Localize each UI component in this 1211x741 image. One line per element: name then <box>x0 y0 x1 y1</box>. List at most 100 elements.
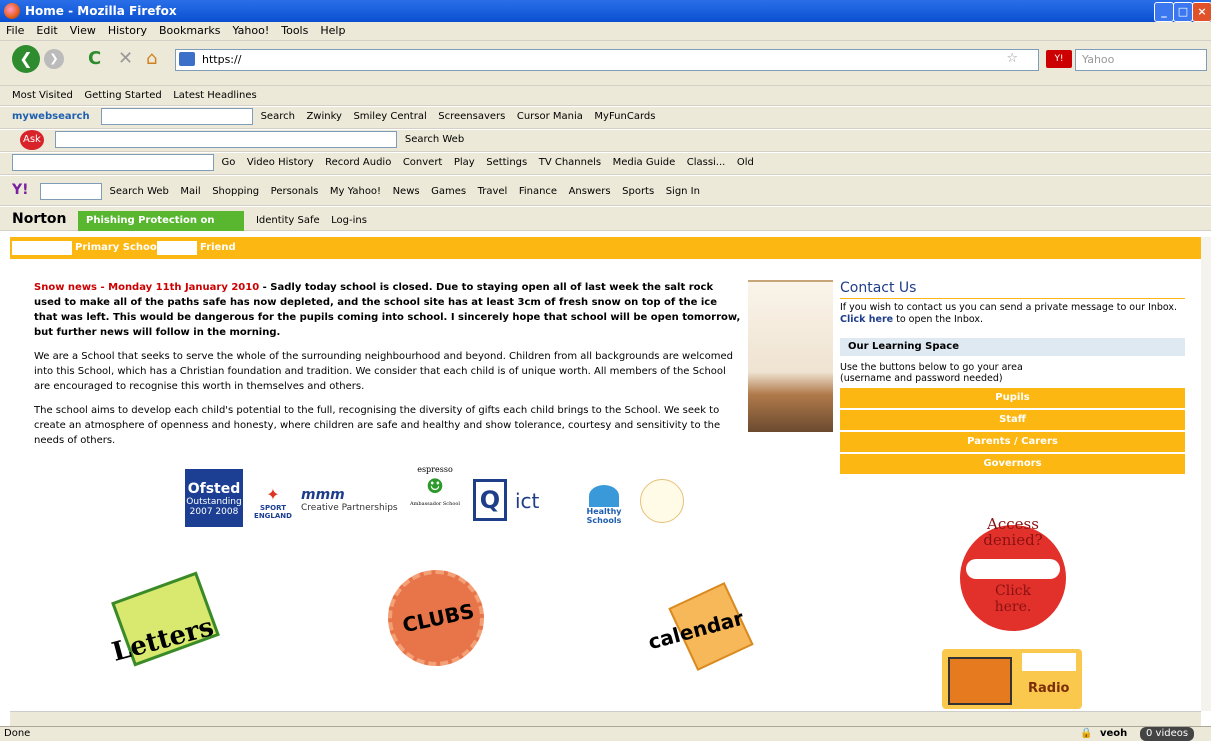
convert-button[interactable]: Convert <box>403 153 443 173</box>
ask-search-input[interactable] <box>55 130 398 148</box>
ofsted-logo: Ofsted Outstanding 2007 2008 <box>185 469 243 527</box>
clubs-link[interactable]: CLUBS <box>388 570 484 666</box>
phishing-protection-dropdown[interactable]: Phishing Protection on <box>78 211 245 231</box>
vertical-scrollbar[interactable] <box>1201 237 1211 711</box>
nav-friend[interactable]: Friend <box>200 237 236 259</box>
access-denied-line2: denied? <box>983 531 1043 549</box>
radio-label: Radio <box>1028 681 1070 696</box>
creative-partnerships-mark: mmm <box>301 487 345 503</box>
yahoo-travel-button[interactable]: Travel <box>478 182 508 202</box>
letters-link[interactable]: Letters <box>105 571 225 680</box>
intro-paragraph: We are a School that seeks to serve the … <box>34 351 734 392</box>
menu-yahoo[interactable]: Yahoo! <box>232 22 269 40</box>
yahoo-mail-button[interactable]: Mail <box>180 182 200 202</box>
menu-file[interactable]: File <box>6 22 24 40</box>
cursor-mania-button[interactable]: Cursor Mania <box>517 107 583 127</box>
sidebar: Contact Us If you wish to contact us you… <box>840 280 1185 474</box>
contact-text: If you wish to contact us you can send a… <box>840 302 1185 326</box>
zwinky-button[interactable]: Zwinky <box>306 107 342 127</box>
governors-button[interactable]: Governors <box>840 454 1185 474</box>
play-button[interactable]: Play <box>454 153 475 173</box>
yahoo-search-engine-icon[interactable]: Y! <box>1046 50 1072 68</box>
radio-link[interactable]: Radio <box>942 649 1082 709</box>
inbox-link[interactable]: Click here <box>840 314 893 325</box>
close-button[interactable]: × <box>1192 2 1211 22</box>
yahoo-answers-button[interactable]: Answers <box>569 182 611 202</box>
video-history-button[interactable]: Video History <box>247 153 314 173</box>
yahoo-sign-in-button[interactable]: Sign In <box>666 182 700 202</box>
espresso-logo: espresso ☻ Ambassador School <box>410 465 460 507</box>
lock-icon: 🔒 <box>1080 728 1093 739</box>
horizontal-scrollbar[interactable] <box>10 711 1201 726</box>
menu-history[interactable]: History <box>108 22 147 40</box>
media-guide-button[interactable]: Media Guide <box>613 153 676 173</box>
forward-button[interactable]: ❯ <box>44 49 64 69</box>
record-audio-button[interactable]: Record Audio <box>325 153 391 173</box>
yahoo-personals-button[interactable]: Personals <box>271 182 319 202</box>
bookmark-getting-started[interactable]: Getting Started <box>84 86 161 106</box>
norton-toolbar: Norton Phishing Protection on Identity S… <box>0 207 1211 231</box>
veoh-label[interactable]: veoh <box>1100 727 1127 741</box>
reload-icon[interactable]: C <box>88 49 101 69</box>
school-name-redacted <box>12 241 72 255</box>
yahoo-shopping-button[interactable]: Shopping <box>212 182 259 202</box>
identity-safe-button[interactable]: Identity Safe <box>256 211 320 231</box>
screensavers-button[interactable]: Screensavers <box>438 107 505 127</box>
home-icon[interactable]: ⌂ <box>146 49 157 69</box>
stop-icon[interactable]: ✕ <box>118 49 133 69</box>
window-titlebar: Home - Mozilla Firefox _ □ × <box>0 0 1211 22</box>
access-denied-link[interactable]: Access denied? Click here. <box>960 515 1066 631</box>
click-here-line2: here. <box>994 599 1032 615</box>
calendar-link[interactable]: calendar <box>645 582 765 672</box>
mywebsearch-toolbar: mywebsearch Search Zwinky Smiley Central… <box>0 107 1211 129</box>
menu-view[interactable]: View <box>70 22 96 40</box>
contact-us-title: Contact Us <box>840 280 1185 299</box>
main-content: Snow news - Monday 11th January 2010 - S… <box>34 280 742 457</box>
myfuncards-button[interactable]: MyFunCards <box>594 107 655 127</box>
parents-carers-button[interactable]: Parents / Carers <box>840 432 1185 452</box>
minimize-button[interactable]: _ <box>1154 2 1174 22</box>
smiley-central-button[interactable]: Smiley Central <box>353 107 426 127</box>
my-yahoo-button[interactable]: My Yahoo! <box>330 182 381 202</box>
bookmark-most-visited[interactable]: Most Visited <box>12 86 73 106</box>
search-box[interactable]: Yahoo <box>1075 49 1207 71</box>
veoh-videos-count[interactable]: 0 videos <box>1140 727 1195 741</box>
tv-channels-button[interactable]: TV Channels <box>539 153 601 173</box>
healthy-schools-icon <box>589 485 619 507</box>
mywebsearch-search-button[interactable]: Search <box>261 107 295 127</box>
log-ins-button[interactable]: Log-ins <box>331 211 367 231</box>
menu-edit[interactable]: Edit <box>36 22 57 40</box>
yahoo-search-input[interactable] <box>40 182 103 200</box>
yahoo-sports-button[interactable]: Sports <box>622 182 654 202</box>
yahoo-news-button[interactable]: News <box>393 182 420 202</box>
friend-name-redacted <box>157 241 197 255</box>
yahoo-games-button[interactable]: Games <box>431 182 466 202</box>
window-title: Home - Mozilla Firefox <box>25 4 177 18</box>
ict-logo: ict <box>515 489 540 513</box>
menu-help[interactable]: Help <box>320 22 345 40</box>
staff-button[interactable]: Staff <box>840 410 1185 430</box>
menu-tools[interactable]: Tools <box>281 22 308 40</box>
site-nav-bar: Primary School Friend <box>10 237 1210 259</box>
yahoo-finance-button[interactable]: Finance <box>519 182 557 202</box>
old-dropdown[interactable]: Old <box>737 153 754 173</box>
ask-search-web-button[interactable]: Search Web <box>405 130 464 150</box>
pupils-button[interactable]: Pupils <box>840 388 1185 408</box>
learning-instructions: Use the buttons below to go your area <box>840 362 1023 373</box>
maximize-button[interactable]: □ <box>1173 2 1193 22</box>
mywebsearch-input[interactable] <box>101 107 254 125</box>
aims-paragraph: The school aims to develop each child's … <box>34 405 721 446</box>
bookmark-latest-headlines[interactable]: Latest Headlines <box>173 86 257 106</box>
media-search-input[interactable] <box>12 153 214 171</box>
url-bar[interactable]: https:// ☆ <box>175 49 1039 71</box>
bookmark-star-icon[interactable]: ☆ <box>1006 51 1018 66</box>
creative-partnerships-logo: mmm Creative Partnerships <box>301 487 401 557</box>
classic-dropdown[interactable]: Classi... <box>687 153 726 173</box>
go-button[interactable]: Go <box>222 153 236 173</box>
menu-bookmarks[interactable]: Bookmarks <box>159 22 220 40</box>
nav-primary-school[interactable]: Primary School <box>75 237 160 259</box>
back-button[interactable]: ❮ <box>12 45 40 73</box>
settings-button[interactable]: Settings <box>486 153 527 173</box>
yahoo-search-web-button[interactable]: Search Web <box>110 182 169 202</box>
learning-space-text: Use the buttons below to go your area (u… <box>840 362 1185 384</box>
